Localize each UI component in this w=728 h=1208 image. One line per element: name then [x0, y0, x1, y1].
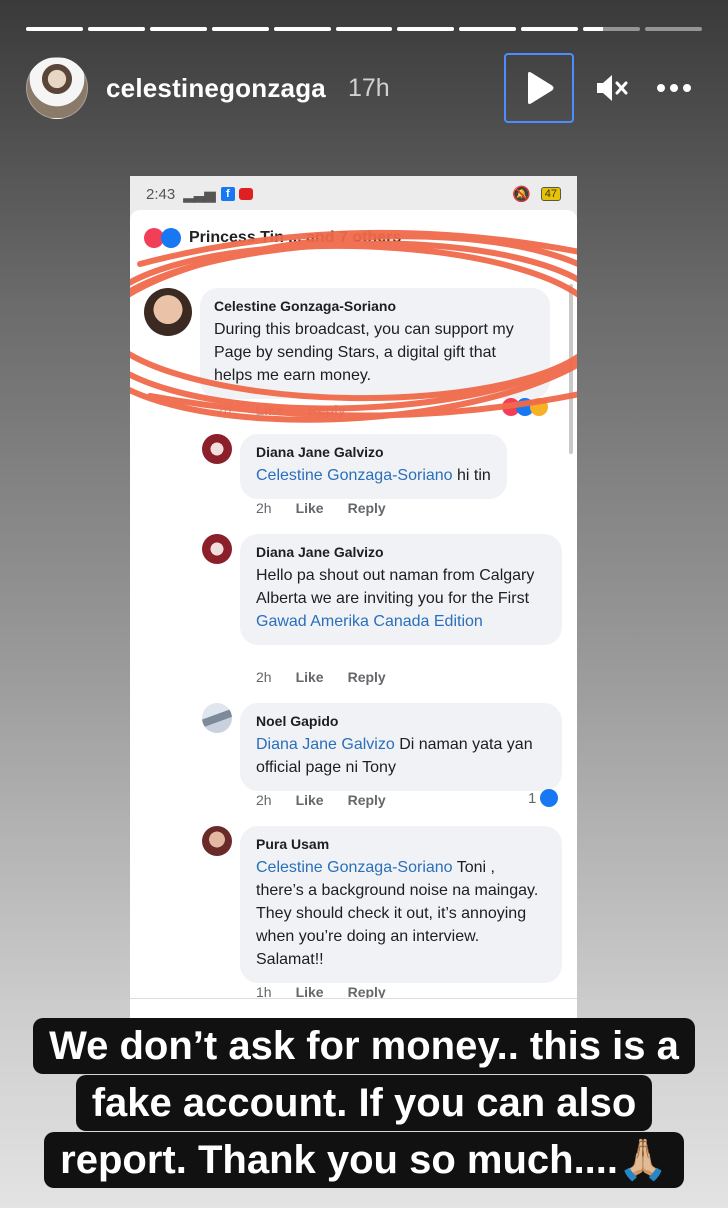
story-caption: We don’t ask for money.. this is a fake … [18, 1018, 710, 1189]
mute-button[interactable] [584, 60, 640, 116]
comment: Noel Gapido Diana Jane Galvizo Di naman … [202, 703, 562, 791]
progress-segment [273, 27, 331, 31]
comment-actions: 2h Like Reply [256, 669, 386, 685]
progress-segment [459, 27, 517, 31]
comment-actions: 2h Like Reply [256, 792, 386, 808]
comment-actions: 2h Like Reply [256, 500, 386, 516]
progress-segment [645, 27, 702, 31]
comment-author[interactable]: Noel Gapido [256, 713, 546, 729]
reply-link[interactable]: Reply [348, 500, 386, 516]
more-options-button[interactable] [646, 60, 702, 116]
caption-line: We don’t ask for money.. this is a [33, 1018, 695, 1074]
mute-status-icon: 🔕 [512, 186, 531, 203]
comment: Diana Jane Galvizo Celestine Gonzaga-Sor… [202, 434, 507, 499]
mention-link[interactable]: Celestine Gonzaga-Soriano [256, 859, 453, 876]
reply-link[interactable]: Reply [348, 792, 386, 808]
comment: Pura Usam Celestine Gonzaga-Soriano Toni… [202, 826, 562, 983]
more-dots-icon [657, 84, 691, 92]
like-reaction-icon [540, 789, 559, 807]
reply-link[interactable]: Reply [348, 669, 386, 685]
play-button[interactable] [504, 53, 574, 123]
like-link[interactable]: Like [296, 500, 324, 516]
comment-avatar[interactable] [202, 703, 232, 733]
caption-line: report. Thank you so much....🙏🏼 [44, 1132, 684, 1188]
username[interactable]: celestinegonzaga [106, 73, 326, 104]
progress-segment [521, 27, 579, 31]
progress-segment [26, 27, 83, 31]
comment-avatar[interactable] [202, 826, 232, 856]
like-count[interactable]: 1 [528, 789, 559, 807]
comment-avatar[interactable] [202, 534, 232, 564]
comment-time: 2h [256, 500, 272, 516]
muted-speaker-icon [597, 75, 628, 101]
caption-line: fake account. If you can also [75, 1075, 653, 1131]
status-time: 2:43 [146, 185, 176, 203]
youtube-icon [238, 188, 253, 200]
story-controls [504, 53, 702, 123]
mention-link[interactable]: Diana Jane Galvizo [256, 736, 395, 753]
comment-bubble[interactable]: Pura Usam Celestine Gonzaga-Soriano Toni… [240, 826, 562, 983]
comment-author[interactable]: Diana Jane Galvizo [256, 444, 491, 460]
battery-indicator: 47 [540, 187, 561, 201]
comment-text: hi tin [452, 467, 491, 484]
event-link[interactable]: Gawad Amerika Canada Edition [256, 613, 483, 630]
comment-time: 2h [256, 669, 272, 685]
comment-bubble[interactable]: Diana Jane Galvizo Celestine Gonzaga-Sor… [240, 434, 507, 499]
like-link[interactable]: Like [296, 669, 324, 685]
comment-author[interactable]: Pura Usam [256, 836, 546, 852]
progress-segment [397, 27, 455, 31]
like-link[interactable]: Like [296, 792, 324, 808]
progress-segment [335, 27, 393, 31]
facebook-screenshot: 2:43 ▂▃▅ f 🔕 47 Princess Tin ... and 7 o… [130, 176, 577, 1036]
story-progress [26, 27, 702, 31]
annotation-scribble [130, 229, 577, 423]
story-header: celestinegonzaga 17h [26, 53, 702, 123]
comment-bubble[interactable]: Diana Jane Galvizo Hello pa shout out na… [240, 534, 562, 645]
play-icon [528, 72, 554, 104]
progress-segment [211, 27, 269, 31]
avatar[interactable] [26, 57, 88, 119]
progress-segment [87, 27, 145, 31]
facebook-icon: f [220, 187, 235, 201]
progress-segment [583, 27, 641, 31]
comment: Diana Jane Galvizo Hello pa shout out na… [202, 534, 562, 645]
phone-status-bar: 2:43 ▂▃▅ f 🔕 47 [130, 176, 577, 212]
comment-avatar[interactable] [202, 434, 232, 464]
like-count-number: 1 [528, 789, 537, 807]
post-time: 17h [347, 73, 390, 102]
signal-icon: ▂▃▅ [183, 186, 216, 203]
comment-bubble[interactable]: Noel Gapido Diana Jane Galvizo Di naman … [240, 703, 562, 791]
progress-segment [149, 27, 207, 31]
comment-text: Hello pa shout out naman from Calgary Al… [256, 567, 535, 607]
comment-author[interactable]: Diana Jane Galvizo [256, 544, 546, 560]
comment-time: 2h [256, 792, 272, 808]
mention-link[interactable]: Celestine Gonzaga-Soriano [256, 467, 453, 484]
